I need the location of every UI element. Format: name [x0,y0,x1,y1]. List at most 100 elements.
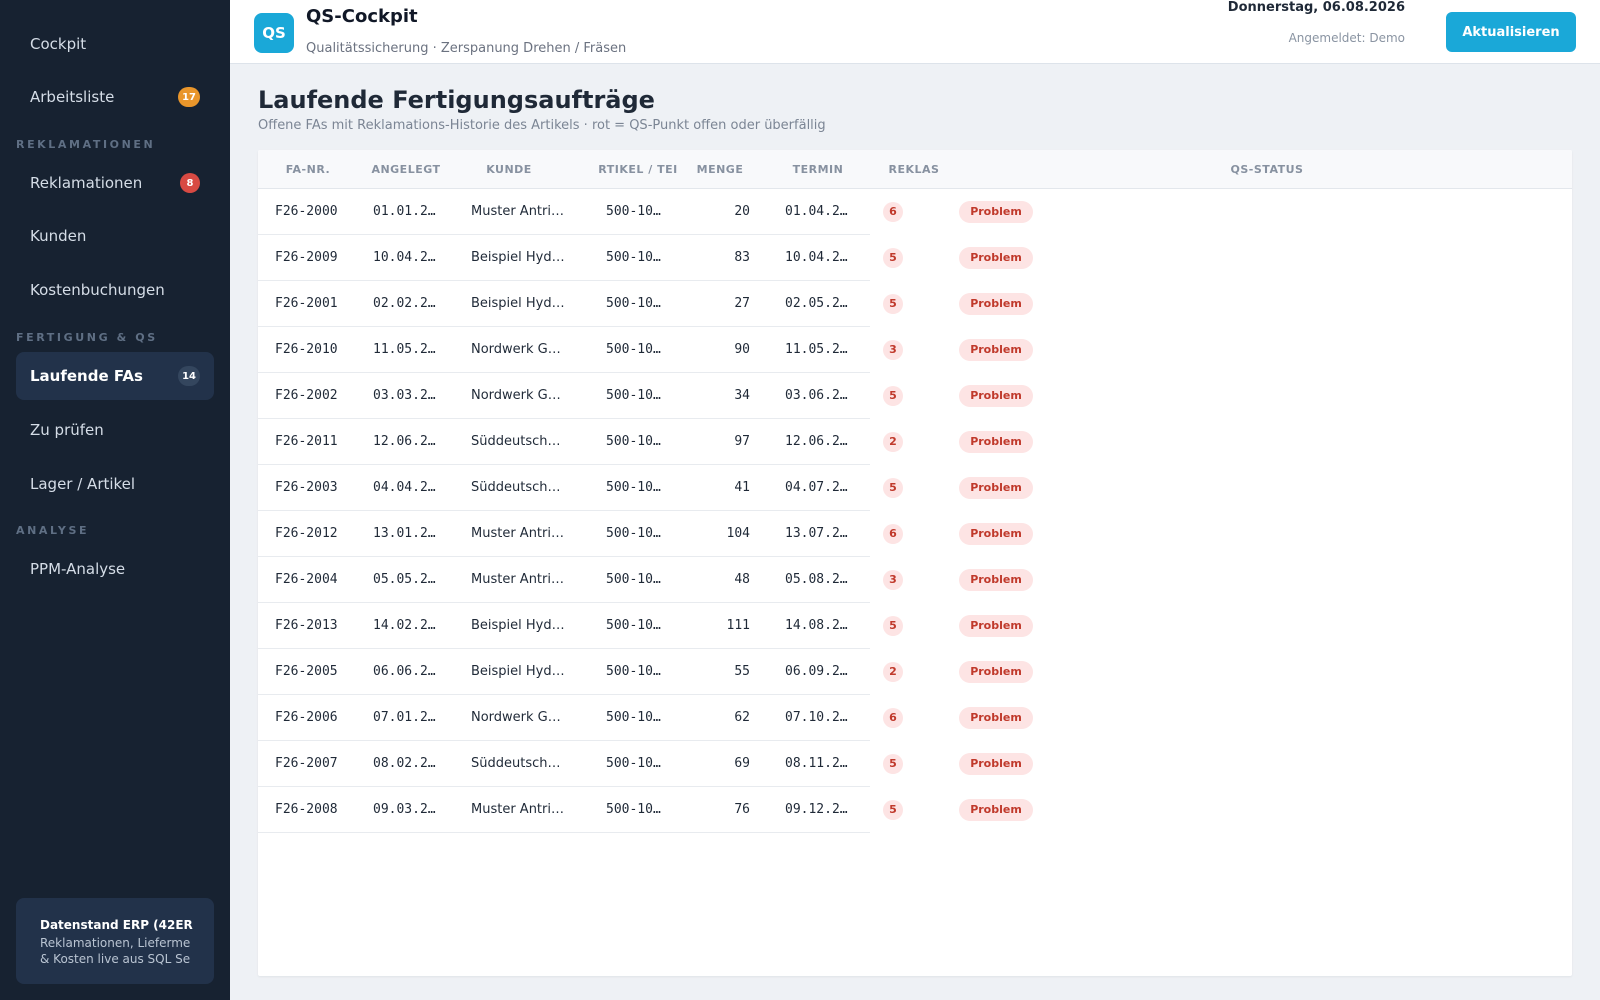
table-row[interactable]: F26-2013 14.02.2… Beispiel Hyd… 500-10… 111 1… [258,603,1572,649]
data-status-title: Datenstand ERP (42ER [40,918,193,932]
reklas-count-badge: 5 [883,478,903,498]
page-subtitle: Offene FAs mit Reklamations-Historie des… [258,118,826,133]
sidebar-item-zu-pruefen[interactable]: Zu prüfen [16,406,214,454]
angelegt-cell: 03.03.2… [373,388,436,403]
artikel-cell: 500-10… [606,434,661,449]
column-header-reklas[interactable]: REKLAS [866,150,962,189]
table-row[interactable]: F26-2006 07.01.2… Nordwerk G… 500-10… 62 07.1… [258,695,1572,741]
termin-cell: 11.05.2… [785,342,848,357]
kunde-cell: Süddeutsch… [471,434,561,449]
artikel-cell: 500-10… [606,342,661,357]
sidebar-item-lager-artikel[interactable]: Lager / Artikel [16,460,214,508]
menge-cell: 55 [734,664,750,679]
qs-status-badge: Problem [959,753,1033,775]
column-header-fa-nr[interactable]: FA-NR. [258,150,358,189]
table-row[interactable]: F26-2004 05.05.2… Muster Antri… 500-10… 48 05… [258,557,1572,603]
menge-cell: 48 [734,572,750,587]
artikel-cell: 500-10… [606,250,661,265]
table-row[interactable]: F26-2000 01.01.2… Muster Antri… 500-10… 20 01… [258,189,1572,235]
termin-cell: 08.11.2… [785,756,848,771]
column-header-menge[interactable]: MENGE [688,150,752,189]
row-divider [258,832,870,833]
angelegt-cell: 06.06.2… [373,664,436,679]
artikel-cell: 500-10… [606,618,661,633]
artikel-cell: 500-10… [606,756,661,771]
table-header: FA-NR. ANGELEGT KUNDE RTIKEL / TEI MENGE… [258,150,1572,189]
sidebar-item-kostenbuchungen[interactable]: Kostenbuchungen [16,266,214,314]
fa-nr-cell: F26-2013 [275,618,338,633]
orders-table: FA-NR. ANGELEGT KUNDE RTIKEL / TEI MENGE… [258,150,1572,976]
count-badge: 8 [180,173,200,193]
sidebar-item-reklamationen[interactable]: Reklamationen 8 [16,159,214,207]
angelegt-cell: 05.05.2… [373,572,436,587]
reklas-count-badge: 6 [883,708,903,728]
page-title: Laufende Fertigungsaufträge [258,86,655,114]
column-header-angelegt[interactable]: ANGELEGT [358,150,454,189]
table-row[interactable]: F26-2005 06.06.2… Beispiel Hyd… 500-10… 55 06… [258,649,1572,695]
qs-status-badge: Problem [959,707,1033,729]
kunde-cell: Muster Antri… [471,572,564,587]
fa-nr-cell: F26-2012 [275,526,338,541]
table-row[interactable]: F26-2001 02.02.2… Beispiel Hyd… 500-10… 27 02… [258,281,1572,327]
menge-cell: 104 [726,526,750,541]
app-subtitle: Qualitätssicherung · Zerspanung Drehen /… [306,41,627,56]
fa-nr-cell: F26-2006 [275,710,338,725]
qs-status-badge: Problem [959,247,1033,269]
table-row[interactable]: F26-2008 09.03.2… Muster Antri… 500-10… 76 09… [258,787,1572,833]
reklas-count-badge: 5 [883,616,903,636]
termin-cell: 01.04.2… [785,204,848,219]
qs-status-badge: Problem [959,569,1033,591]
artikel-cell: 500-10… [606,802,661,817]
table-row[interactable]: F26-2002 03.03.2… Nordwerk G… 500-10… 34 03.0… [258,373,1572,419]
reklas-count-badge: 2 [883,662,903,682]
kunde-cell: Muster Antri… [471,526,564,541]
angelegt-cell: 08.02.2… [373,756,436,771]
reklas-count-badge: 5 [883,248,903,268]
termin-cell: 12.06.2… [785,434,848,449]
fa-nr-cell: F26-2003 [275,480,338,495]
reklas-count-badge: 5 [883,754,903,774]
kunde-cell: Süddeutsch… [471,480,561,495]
data-status-line: & Kosten live aus SQL Se [40,952,191,966]
sidebar-item-arbeitsliste[interactable]: Arbeitsliste 17 [16,73,214,121]
column-header-qs-status[interactable]: QS-STATUS [962,150,1572,189]
artikel-cell: 500-10… [606,296,661,311]
table-row[interactable]: F26-2007 08.02.2… Süddeutsch… 500-10… 69 08.1… [258,741,1572,787]
column-header-termin[interactable]: TERMIN [770,150,866,189]
angelegt-cell: 04.04.2… [373,480,436,495]
sidebar-item-ppm-analyse[interactable]: PPM-Analyse [16,545,214,593]
termin-cell: 06.09.2… [785,664,848,679]
qs-status-badge: Problem [959,385,1033,407]
kunde-cell: Beispiel Hyd… [471,618,565,633]
kunde-cell: Nordwerk G… [471,388,561,403]
artikel-cell: 500-10… [606,526,661,541]
table-row[interactable]: F26-2011 12.06.2… Süddeutsch… 500-10… 97 12.0… [258,419,1572,465]
table-row[interactable]: F26-2012 13.01.2… Muster Antri… 500-10… 104 1… [258,511,1572,557]
sidebar-item-kunden[interactable]: Kunden [16,212,214,260]
artikel-cell: 500-10… [606,480,661,495]
angelegt-cell: 10.04.2… [373,250,436,265]
table-row[interactable]: F26-2009 10.04.2… Beispiel Hyd… 500-10… 83 10… [258,235,1572,281]
menge-cell: 76 [734,802,750,817]
refresh-button[interactable]: Aktualisieren [1446,12,1576,52]
section-header-fertigung-qs: FERTIGUNG & QS [16,331,158,344]
angelegt-cell: 02.02.2… [373,296,436,311]
artikel-cell: 500-10… [606,664,661,679]
sidebar-item-label: Arbeitsliste [30,88,115,106]
table-row[interactable]: F26-2010 11.05.2… Nordwerk G… 500-10… 90 11.0… [258,327,1572,373]
qs-status-badge: Problem [959,799,1033,821]
artikel-cell: 500-10… [606,710,661,725]
table-row[interactable]: F26-2003 04.04.2… Süddeutsch… 500-10… 41 04.0… [258,465,1572,511]
artikel-cell: 500-10… [606,204,661,219]
sidebar-item-label: Reklamationen [30,174,143,192]
sidebar-item-cockpit[interactable]: Cockpit [16,20,214,68]
reklas-count-badge: 3 [883,340,903,360]
sidebar-item-laufende-fas[interactable]: Laufende FAs 14 [16,352,214,400]
column-header-artikel[interactable]: RTIKEL / TEI [598,150,678,189]
fa-nr-cell: F26-2010 [275,342,338,357]
column-header-kunde[interactable]: KUNDE [454,150,564,189]
qs-status-badge: Problem [959,431,1033,453]
reklas-count-badge: 3 [883,570,903,590]
sidebar-item-label: Zu prüfen [30,421,104,439]
angelegt-cell: 13.01.2… [373,526,436,541]
